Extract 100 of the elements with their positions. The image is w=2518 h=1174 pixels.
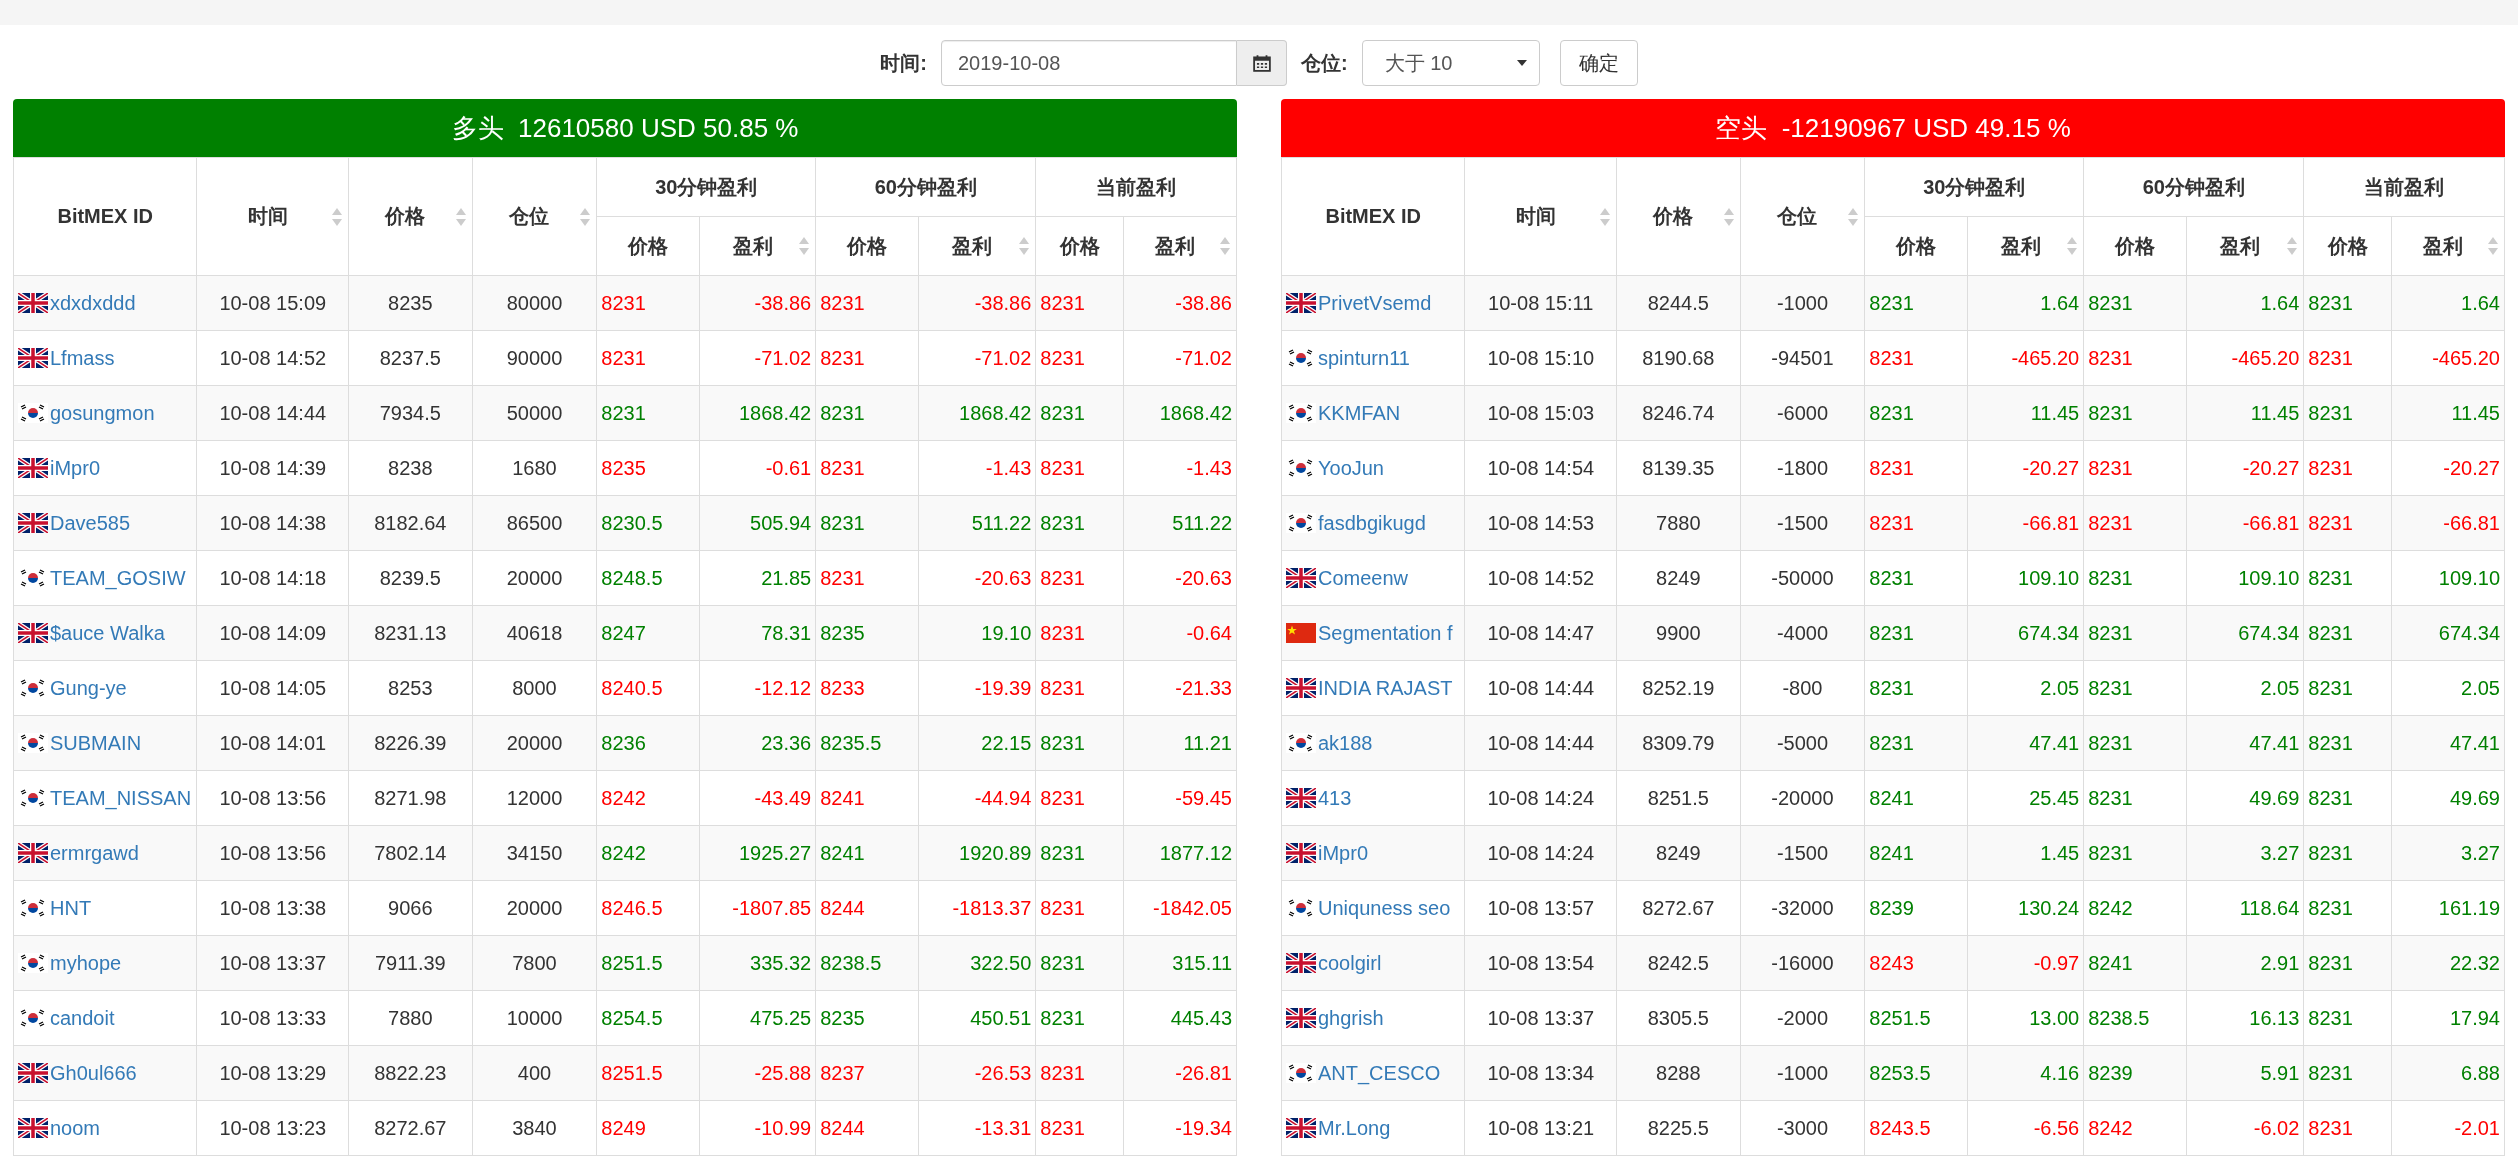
price-cell: 8244 xyxy=(815,880,919,936)
price-cell: 8235.5 xyxy=(815,715,919,771)
sort-icon[interactable] xyxy=(332,207,343,226)
sort-icon[interactable] xyxy=(1848,207,1859,226)
sort-icon[interactable] xyxy=(1723,207,1734,226)
profit-cell: -66.81 xyxy=(2391,495,2505,551)
price-cell: 8231.13 xyxy=(348,605,473,661)
profit-cell: -38.86 xyxy=(918,275,1036,331)
profit-cell: 78.31 xyxy=(699,605,816,661)
sort-icon[interactable] xyxy=(1600,207,1611,226)
column-header[interactable]: 价格 xyxy=(1616,157,1741,276)
column-header[interactable]: 盈利 xyxy=(2186,216,2304,276)
user-link[interactable]: Lfmass xyxy=(50,346,115,370)
profit-cell: -43.49 xyxy=(699,770,816,826)
price-cell: 8231 xyxy=(2083,275,2187,331)
position-cell: 10000 xyxy=(472,990,597,1046)
profit-cell: 335.32 xyxy=(699,935,816,991)
group-header: 30分钟盈利 xyxy=(1864,157,2084,217)
profit-cell: -71.02 xyxy=(1123,330,1237,386)
sort-icon[interactable] xyxy=(2067,237,2078,255)
sort-icon[interactable] xyxy=(2287,237,2298,255)
time-cell: 10-08 14:44 xyxy=(1464,660,1617,716)
profit-cell: 22.32 xyxy=(2391,935,2505,991)
sort-icon[interactable] xyxy=(455,207,466,226)
user-link[interactable]: Dave585 xyxy=(50,511,131,535)
sort-icon[interactable] xyxy=(1019,237,1030,255)
time-cell: 10-08 13:54 xyxy=(1464,935,1617,991)
sort-icon[interactable] xyxy=(1220,237,1230,255)
price-cell: 8231 xyxy=(1864,330,1968,386)
position-cell: -1500 xyxy=(1740,495,1865,551)
summary-header: 空头 -12190967 USD 49.15 % xyxy=(1281,99,2505,157)
user-link[interactable]: coolgirl xyxy=(1318,951,1382,975)
sort-icon[interactable] xyxy=(799,237,810,255)
profit-cell: -59.45 xyxy=(1123,770,1237,826)
price-cell: 8241 xyxy=(1864,825,1968,881)
profit-cell: 11.21 xyxy=(1123,715,1237,771)
time-cell: 10-08 14:01 xyxy=(196,715,349,771)
user-link[interactable]: noom xyxy=(50,1116,101,1140)
column-header[interactable]: 仓位 xyxy=(472,157,597,276)
user-link[interactable]: Mr.Long xyxy=(1318,1116,1391,1140)
user-link[interactable]: candoit xyxy=(50,1006,115,1030)
price-cell: 8239 xyxy=(2083,1045,2187,1101)
position-cell: -1500 xyxy=(1740,825,1865,881)
column-header[interactable]: 仓位 xyxy=(1740,157,1865,276)
profit-cell: -20.63 xyxy=(1123,550,1237,606)
column-header[interactable]: 盈利 xyxy=(1967,216,2084,276)
sort-icon[interactable] xyxy=(580,207,591,226)
time-cell: 10-08 15:11 xyxy=(1464,275,1617,331)
price-cell: 8231 xyxy=(2303,275,2392,331)
group-header: 当前盈利 xyxy=(2303,157,2505,217)
column-header[interactable]: 盈利 xyxy=(699,216,816,276)
user-link[interactable]: iMpr0 xyxy=(50,456,100,480)
price-cell: 8231 xyxy=(1035,330,1124,386)
position-select[interactable]: 大于 10 xyxy=(1361,40,1540,86)
position-cell: 90000 xyxy=(472,330,597,386)
column-header[interactable]: 盈利 xyxy=(1123,216,1237,276)
price-cell: 8251.5 xyxy=(1616,770,1741,826)
user-link[interactable]: Gung-ye xyxy=(50,676,127,700)
time-cell: 10-08 14:05 xyxy=(196,660,349,716)
profit-cell: 1868.42 xyxy=(918,385,1036,441)
profit-cell: 11.45 xyxy=(2391,385,2505,441)
profit-cell: 47.41 xyxy=(1967,715,2084,771)
user-link[interactable]: ghgrish xyxy=(1318,1006,1384,1030)
calendar-button[interactable] xyxy=(1237,40,1287,86)
position-cell: 86500 xyxy=(472,495,597,551)
user-link[interactable]: iMpr0 xyxy=(1318,841,1368,865)
time-cell: 10-08 14:39 xyxy=(196,440,349,496)
price-cell: 8241 xyxy=(1864,770,1968,826)
column-header[interactable]: 时间 xyxy=(1464,157,1617,276)
profit-cell: 450.51 xyxy=(918,990,1036,1046)
group-header: 60分钟盈利 xyxy=(2083,157,2304,217)
profit-cell: 3.27 xyxy=(2391,825,2505,881)
column-header[interactable]: 盈利 xyxy=(2391,216,2505,276)
price-cell: 8226.39 xyxy=(348,715,473,771)
price-cell: 8247 xyxy=(596,605,700,661)
column-header[interactable]: 盈利 xyxy=(918,216,1036,276)
price-cell: 8288 xyxy=(1616,1045,1741,1101)
user-link[interactable]: KKMFAN xyxy=(1318,401,1401,425)
user-link[interactable]: HNT xyxy=(50,896,92,920)
user-link[interactable]: myhope xyxy=(50,951,122,975)
position-cell: -94501 xyxy=(1740,330,1865,386)
sort-icon[interactable] xyxy=(2488,237,2498,255)
price-cell: 8241 xyxy=(2083,935,2187,991)
date-field[interactable]: 2019-10-08 xyxy=(941,40,1237,86)
price-cell: 8243.5 xyxy=(1864,1100,1968,1156)
confirm-button[interactable]: 确定 xyxy=(1559,40,1638,86)
price-cell: 8231 xyxy=(2083,605,2187,661)
price-cell: 8231 xyxy=(1035,990,1124,1046)
time-cell: 10-08 13:37 xyxy=(196,935,349,991)
column-header: 价格 xyxy=(815,216,919,276)
profit-cell: -20.63 xyxy=(918,550,1036,606)
profit-cell: 5.91 xyxy=(2186,1045,2304,1101)
user-link[interactable]: 413 xyxy=(1318,786,1352,810)
column-header[interactable]: 时间 xyxy=(196,157,349,276)
profit-cell: 11.45 xyxy=(2186,385,2304,441)
price-cell: 8305.5 xyxy=(1616,990,1741,1046)
column-header[interactable]: 价格 xyxy=(348,157,473,276)
user-link[interactable]: YooJun xyxy=(1318,456,1384,480)
profit-cell: 1.64 xyxy=(2391,275,2505,331)
user-link[interactable]: ak188 xyxy=(1318,731,1373,755)
